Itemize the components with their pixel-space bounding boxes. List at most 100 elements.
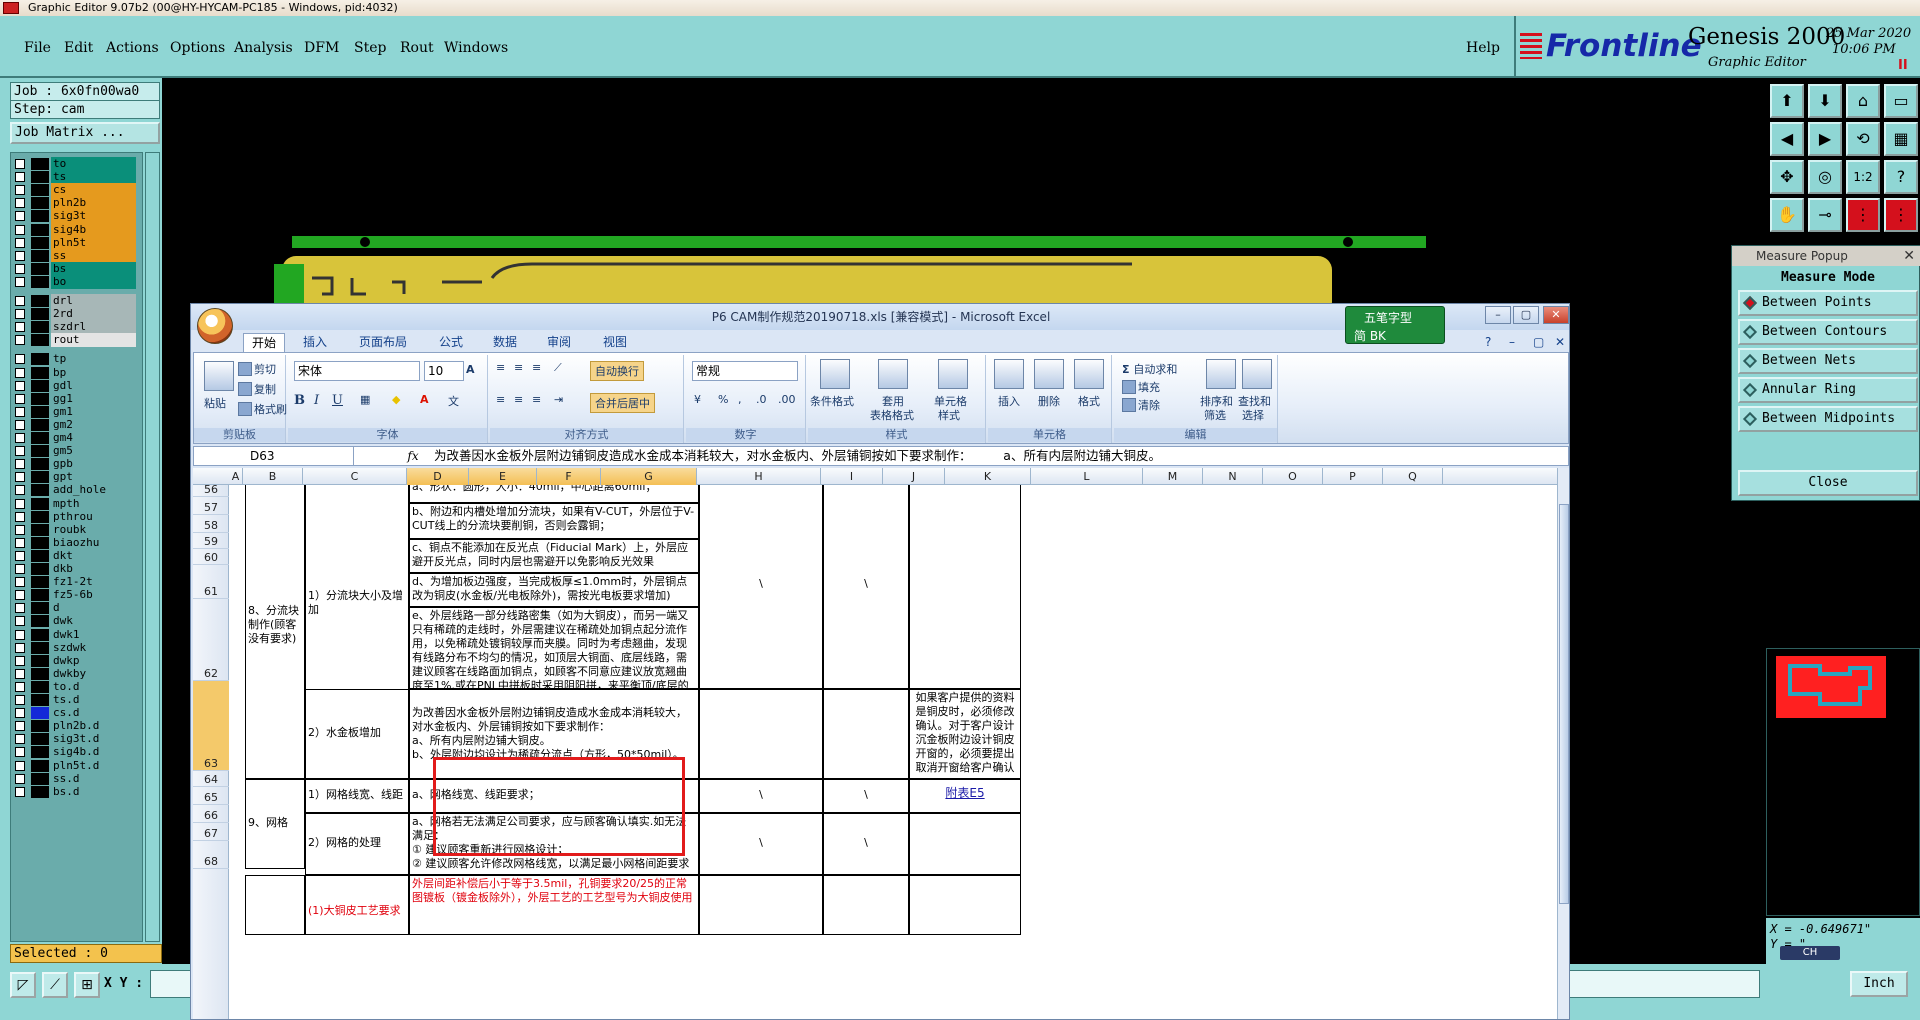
tab-home[interactable]: 开始 <box>243 333 286 352</box>
cell-i63[interactable] <box>699 689 823 779</box>
tab-page-layout[interactable]: 页面布局 <box>351 333 415 352</box>
row-header-62[interactable]: 62 <box>193 599 229 681</box>
layer-checkbox[interactable] <box>15 642 25 653</box>
row-header-60[interactable]: 60 <box>193 549 229 565</box>
cell-group8[interactable]: 8、分流块制作(顾客没有要求) <box>245 485 305 779</box>
cell-i64[interactable]: \ <box>699 779 823 813</box>
layer-row-ss[interactable]: ss <box>13 248 141 263</box>
layer-row-gpb[interactable]: gpb <box>13 457 141 472</box>
layer-row-bs.d[interactable]: bs.d <box>13 784 141 799</box>
menu-analysis[interactable]: Analysis <box>234 40 293 56</box>
column-header-q[interactable]: Q <box>1383 468 1443 485</box>
cell-d57[interactable]: b、附边和内槽处增加分流块，如果有V-CUT，外层位于V-CUT线上的分流块要削… <box>409 503 699 539</box>
font-color-icon[interactable]: A <box>420 393 429 406</box>
layer-row-bo[interactable]: bo <box>13 274 141 289</box>
cell-gold-board[interactable]: 2）水金板增加 <box>305 689 409 779</box>
target-icon[interactable]: ◎ <box>1808 160 1842 194</box>
layer-checkbox[interactable] <box>15 537 25 548</box>
autosum-button[interactable]: Σ 自动求和 <box>1122 361 1177 377</box>
scale-icon[interactable]: 1:2 <box>1846 160 1880 194</box>
layer-checkbox[interactable] <box>15 393 25 404</box>
layer-row-biaozhu[interactable]: biaozhu <box>13 535 141 550</box>
cell-k63[interactable] <box>823 689 909 779</box>
tab-review[interactable]: 审阅 <box>539 333 579 352</box>
column-header-b[interactable]: B <box>243 468 303 485</box>
layer-row-pthrou[interactable]: pthrou <box>13 509 141 524</box>
row-header-67[interactable]: 67 <box>193 823 229 841</box>
cell-l-next[interactable] <box>909 875 1021 935</box>
layer-checkbox[interactable] <box>15 760 25 771</box>
row-header-64[interactable]: 64 <box>193 771 229 787</box>
layer-row-ts[interactable]: ts <box>13 170 141 185</box>
menu-actions[interactable]: Actions <box>106 40 159 56</box>
underline-button[interactable]: U <box>332 393 343 408</box>
column-header-k[interactable]: K <box>945 468 1031 485</box>
cell-l63[interactable]: 如果客户提供的资料是铜皮时，必须修改确认。对于客户设计沉金板附边设计铜皮开窗的，… <box>909 689 1021 779</box>
zoom-fit-icon[interactable]: ⟲ <box>1846 122 1880 156</box>
maximize-icon[interactable]: ▢ <box>1513 306 1539 324</box>
between-contours-option[interactable]: Between Contours <box>1738 319 1918 345</box>
layer-row-dwk[interactable]: dwk <box>13 614 141 629</box>
column-header-j[interactable]: J <box>883 468 945 485</box>
row-header-61[interactable]: 61 <box>193 565 229 599</box>
layer-checkbox[interactable] <box>15 485 25 496</box>
column-header-o[interactable]: O <box>1263 468 1323 485</box>
layer-row-dwk1[interactable]: dwk1 <box>13 627 141 642</box>
layer-row-fz1-2t[interactable]: fz1-2t <box>13 575 141 590</box>
row-header-58[interactable]: 58 <box>193 515 229 533</box>
cell-d-next[interactable]: 外层间距补偿后小于等于3.5mil，孔铜要求20/25的正常图镀板（镀金板除外）… <box>409 875 699 935</box>
layer-row-pln5t.d[interactable]: pln5t.d <box>13 758 141 773</box>
layer-row-mpth[interactable]: mpth <box>13 496 141 511</box>
layer-checkbox[interactable] <box>15 172 25 183</box>
home-icon[interactable]: ⌂ <box>1846 84 1880 118</box>
layer-checkbox[interactable] <box>15 550 25 561</box>
layer-checkbox[interactable] <box>15 263 25 274</box>
format-button[interactable]: 格式 <box>1078 393 1100 409</box>
layer-checkbox[interactable] <box>15 616 25 627</box>
layer-row-dkb[interactable]: dkb <box>13 562 141 576</box>
cell-i66[interactable]: \ <box>699 813 823 875</box>
cut-button[interactable]: 剪切 <box>238 361 276 377</box>
layer-row-gpt[interactable]: gpt <box>13 470 141 485</box>
indent-icon[interactable]: ⇥ <box>554 393 563 406</box>
format-cells-icon[interactable] <box>1074 359 1104 389</box>
layer-row-gm2[interactable]: gm2 <box>13 417 141 432</box>
pan-right-icon[interactable]: ▶ <box>1808 122 1842 156</box>
conditional-format-button[interactable]: 条件格式 <box>810 393 854 409</box>
menu-rout[interactable]: Rout <box>400 40 434 56</box>
layer-checkbox[interactable] <box>15 198 25 209</box>
row-header-56[interactable]: 56 <box>193 484 229 497</box>
expand-icon[interactable]: ✥ <box>1770 160 1804 194</box>
layer-checkbox[interactable] <box>15 564 25 574</box>
layer-row-szdwk[interactable]: szdwk <box>13 640 141 655</box>
layer-row-to.d[interactable]: to.d <box>13 679 141 694</box>
ribbon-help-icon[interactable]: ? <box>1477 333 1499 352</box>
tab-formulas[interactable]: 公式 <box>431 333 471 352</box>
border-icon[interactable]: ▦ <box>360 393 370 406</box>
layer-checkbox[interactable] <box>15 655 25 666</box>
row-header-65[interactable]: 65 <box>193 787 229 805</box>
cell-d59[interactable]: c、铜点不能添加在反光点（Fiducial Mark）上，外层应避开反光点，同时… <box>409 539 699 573</box>
layer-row-roubk[interactable]: roubk <box>13 522 141 537</box>
layer-checkbox[interactable] <box>15 577 25 588</box>
layer-row-add_hole[interactable]: add_hole <box>13 483 141 498</box>
layer-row-ss.d[interactable]: ss.d <box>13 771 141 786</box>
net-icon[interactable]: ⋮ <box>1846 198 1880 232</box>
menu-edit[interactable]: Edit <box>64 40 93 56</box>
layer-checkbox[interactable] <box>15 472 25 483</box>
between-midpoints-option[interactable]: Between Midpoints <box>1738 406 1918 432</box>
column-header-m[interactable]: M <box>1143 468 1203 485</box>
vertical-scroll-thumb[interactable] <box>1559 504 1569 904</box>
cell-k-next[interactable] <box>823 875 909 935</box>
annular-ring-option[interactable]: Annular Ring <box>1738 377 1918 403</box>
tab-data[interactable]: 数据 <box>485 333 525 352</box>
sort-filter-icon[interactable] <box>1206 359 1236 389</box>
layer-row-rout[interactable]: rout <box>13 333 141 348</box>
measure-icon[interactable]: ⊸ <box>1808 198 1842 232</box>
layer-checkbox[interactable] <box>15 773 25 784</box>
table-format-icon[interactable] <box>878 359 908 389</box>
pan-left-icon[interactable]: ◀ <box>1770 122 1804 156</box>
layer-row-pln5t[interactable]: pln5t <box>13 235 141 250</box>
line-icon[interactable]: ⟋ <box>42 972 68 998</box>
layer-checkbox[interactable] <box>15 668 25 679</box>
